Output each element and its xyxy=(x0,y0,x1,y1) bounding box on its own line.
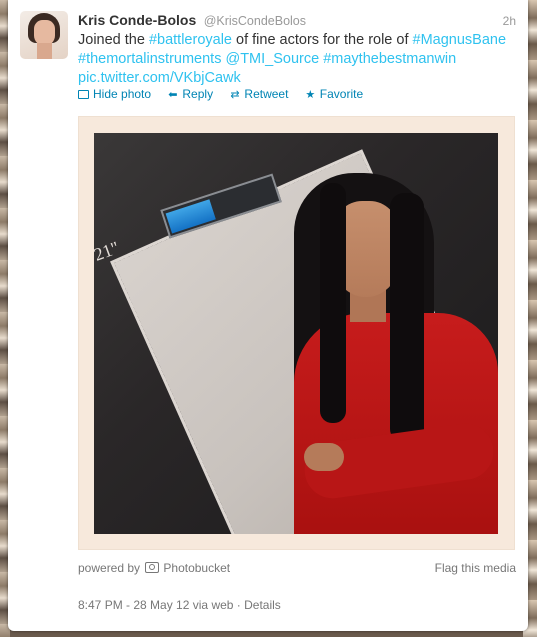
display-name[interactable]: Kris Conde-Bolos xyxy=(78,12,196,28)
media-link[interactable]: pic.twitter.com/VKbjCawk xyxy=(78,70,241,86)
mention-link[interactable]: @TMI_Source xyxy=(225,51,319,67)
media-photo[interactable]: 21" xyxy=(94,133,498,534)
retweet-button[interactable]: ⇄ Retweet xyxy=(228,87,288,101)
hide-photo-button[interactable]: Hide photo xyxy=(78,87,151,101)
camera-icon xyxy=(145,562,160,573)
photo-person-hair-strand xyxy=(390,193,424,443)
tweet-actions: Hide photo ⬅ Reply ⇄ Retweet ★ Favorite xyxy=(78,87,375,101)
hashtag-link[interactable]: #themortalinstruments xyxy=(78,51,221,67)
media-footer: powered by Photobucket Flag this media xyxy=(78,561,516,577)
tweet-text-line-1: Joined the #battleroyale of fine actors … xyxy=(78,31,518,50)
photo-person-hair-strand xyxy=(320,183,346,423)
tweet-card: Kris Conde-Bolos @KrisCondeBolos 2h Join… xyxy=(8,0,528,631)
username-handle[interactable]: @KrisCondeBolos xyxy=(204,14,306,28)
avatar[interactable] xyxy=(20,11,68,59)
favorite-button[interactable]: ★ Favorite xyxy=(304,87,363,101)
meta-via: via web xyxy=(192,598,234,612)
star-icon: ★ xyxy=(305,89,316,101)
tweet-text-segment: of fine actors for the role of xyxy=(231,32,413,48)
tweet-meta: 8:47 PM - 28 May 12 via web · Details xyxy=(78,598,281,612)
details-link[interactable]: Details xyxy=(244,598,281,612)
flag-media-link[interactable]: Flag this media xyxy=(435,561,516,575)
hashtag-link[interactable]: #MagnusBane xyxy=(413,32,507,48)
reply-label: Reply xyxy=(182,87,214,101)
hashtag-link[interactable]: #battleroyale xyxy=(149,32,232,48)
tweet-header: Kris Conde-Bolos @KrisCondeBolos xyxy=(78,12,306,30)
meta-time[interactable]: 8:47 PM xyxy=(78,598,123,612)
photo-person-hand xyxy=(304,443,344,471)
hashtag-link[interactable]: #maythebestmanwin xyxy=(323,51,456,67)
tweet-timestamp[interactable]: 2h xyxy=(503,14,516,28)
hide-photo-label: Hide photo xyxy=(93,87,152,101)
retweet-icon: ⇄ xyxy=(230,89,240,101)
reply-icon: ⬅ xyxy=(168,89,178,101)
tweet-text-line-2: #themortalinstruments @TMI_Source #mayth… xyxy=(78,50,518,69)
favorite-label: Favorite xyxy=(319,87,364,101)
tweet-text: Joined the #battleroyale of fine actors … xyxy=(78,31,518,88)
meta-date[interactable]: 28 May 12 xyxy=(133,598,189,612)
powered-by-label: powered by xyxy=(78,561,141,575)
photo-icon xyxy=(78,90,89,99)
retweet-label: Retweet xyxy=(244,87,289,101)
powered-by: powered by Photobucket xyxy=(78,561,230,575)
avatar-neck xyxy=(37,43,52,59)
media-frame: 21" xyxy=(78,116,515,550)
tweet-text-segment: Joined the xyxy=(78,32,149,48)
tweet-text-line-3: pic.twitter.com/VKbjCawk xyxy=(78,69,518,88)
photobucket-link[interactable]: Photobucket xyxy=(163,561,230,575)
reply-button[interactable]: ⬅ Reply xyxy=(166,87,213,101)
